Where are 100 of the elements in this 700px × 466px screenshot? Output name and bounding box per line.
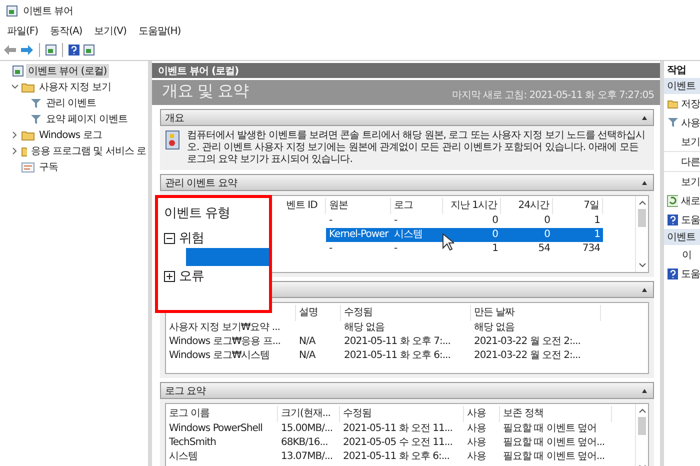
help-icon [667,214,678,226]
scroll-thumb[interactable] [638,209,646,227]
column-header[interactable]: 원본 [326,198,391,214]
column-header[interactable]: 설명 [296,305,341,321]
table-cell-text: 2021-05-05 수 오전 11... [342,436,454,450]
menu-item[interactable]: 파일(F) [2,23,44,39]
scrollbar[interactable] [635,404,648,466]
table-row[interactable]: Windows 로그₩시스템 N/A 2021-05-11 화 오후 6:... 2021-03-22 월 오전 2:... [166,349,648,363]
table-cell-text: 사용 [466,436,487,450]
scrollbar[interactable] [635,196,648,272]
actions-title: 작업 [666,64,687,78]
scroll-thumb[interactable] [638,417,646,435]
column-header[interactable]: 만든 날짜 [471,305,601,321]
menu-item[interactable]: 동작(A) [45,23,88,39]
table-row[interactable]: TechSmith 68KB/16... 2021-05-05 수 오전 11... 사용 필요할 때 이벤트 덮어... [166,436,635,450]
table-cell: 0 [443,228,501,242]
action-link[interactable]: 저장 [681,96,700,110]
table-cell-text: 1 [491,242,499,256]
table-cell-text: 0 [491,214,499,228]
table-cell-text: 734 [581,242,601,256]
table-row[interactable]: 시스템 13.07MB/... 2021-05-11 화 오후 6:... 사용 필요할 때 이벤트 덮어... [166,450,635,464]
scroll-up-icon[interactable] [638,200,646,205]
collapse-box-icon[interactable] [164,232,175,244]
table-cell-text: 사용자 지정 보기₩요약 ... [168,321,281,335]
column-header[interactable]: 7일 [553,198,603,214]
action-link[interactable]: 보기 [681,174,700,188]
action-group-header[interactable]: 이벤트 [664,78,700,94]
table-row[interactable]: 사용자 지정 보기₩요약 ... 해당 없음 해당 없음 [166,321,648,335]
folder-icon [21,129,35,141]
table-cell: 0 [501,228,553,242]
expand-box-icon[interactable] [164,270,175,282]
table-cell-text: 1 [593,214,601,228]
help-icon [667,268,678,280]
scroll-down-icon[interactable] [638,263,646,268]
action-link[interactable]: 이 [682,248,692,262]
menu-item[interactable]: 보기(V) [89,23,132,39]
table-row[interactable]: Windows 로그₩응용 프... N/A 2021-05-11 화 오후 7:... 2021-03-22 월 오전 2:... [166,335,648,349]
action-link[interactable]: 새로 [681,194,700,208]
column-header[interactable]: 사용 [464,406,500,422]
tree-item[interactable]: 이벤트 뷰어 (로컬) [26,64,109,78]
event-viewer-icon [12,65,24,77]
collapse-arrow-icon[interactable] [642,180,647,184]
collapse-arrow-icon[interactable] [642,388,647,392]
column-header[interactable]: 24시간 [501,198,553,214]
scroll-up-icon[interactable] [638,408,646,413]
table-cell-text: - [393,214,398,228]
tree-item[interactable]: 사용자 지정 보기 [37,80,113,94]
column-header[interactable]: 지난 1시간 [443,198,501,214]
folder-icon [667,98,678,109]
table-cell-text: Windows 로그₩응용 프... [168,335,282,349]
table-row[interactable]: Windows PowerShell 15.00MB/... 2021-05-11 화 오전 11... 사용 필요할 때 이벤트 덮어 [166,422,635,436]
console-window-icon[interactable] [45,44,57,56]
funnel-icon [30,98,42,108]
chevron-right-icon[interactable] [11,131,19,139]
tree-item[interactable]: 오류 [179,267,204,285]
table-cell: 시스템 [391,228,443,242]
refresh-icon [667,194,678,206]
table-cell-text: 해당 없음 [473,321,516,335]
section-header[interactable]: 관리 이벤트 요약 [160,174,654,191]
forward-arrow-icon[interactable] [20,44,34,56]
table-cell-text: 필요할 때 이벤트 덮어... [502,450,606,464]
action-link[interactable]: 사용 [681,116,700,130]
action-link[interactable]: 보기 [681,134,700,148]
action-link[interactable]: 도움 [681,212,700,226]
table-cell-text: 2021-05-11 화 오후 7:... [343,335,452,349]
tree-item[interactable]: 요약 페이지 이벤트 [44,112,130,126]
chevron-down-icon[interactable] [11,83,19,91]
tree-item[interactable]: 구독 [37,160,60,174]
column-header[interactable]: 로그 [391,198,443,214]
table-cell-text: N/A [298,349,316,363]
folder-icon [21,81,35,93]
tree-item[interactable]: 응용 프로그램 및 서비스 로 [28,144,148,158]
section-title: 개요 [165,112,184,124]
table-cell-text: - [328,214,334,228]
section-header[interactable]: 개요 [160,109,654,126]
column-header[interactable]: 보존 정책 [500,406,612,422]
column-header[interactable]: 수정됨 [341,305,471,321]
menu-item[interactable]: 도움말(H) [133,23,186,39]
table-cell-text: 68KB/16... [280,436,329,450]
column-header[interactable]: 크기(현재... [278,406,340,422]
action-link[interactable]: 도움 [681,266,700,280]
tree-item[interactable]: Windows 로그 [37,128,104,142]
console-window-icon[interactable] [83,44,95,56]
help-icon[interactable] [68,44,80,56]
column-header[interactable]: 로그 이름 [166,406,278,422]
table-cell-text: 15.00MB/... [280,422,334,436]
action-group-header[interactable]: 이벤트 [664,229,700,245]
collapse-arrow-icon[interactable] [642,288,647,292]
event-log-icon [165,130,181,150]
section-header[interactable]: 로그 요약 [160,382,654,399]
column-header[interactable]: 수정됨 [340,406,464,422]
collapse-arrow-icon[interactable] [642,116,647,120]
chevron-right-icon[interactable] [11,147,19,155]
funnel-icon [30,114,42,124]
action-link[interactable]: 다른 [681,154,700,168]
table-cell-text: 사용 [466,422,487,436]
tree-item[interactable]: 관리 이벤트 [44,96,98,110]
table-cell-text: Windows 로그₩시스템 [168,349,271,363]
table-cell-text: 2021-05-11 화 오전 11... [342,422,454,436]
tree-item[interactable]: 위험 [179,229,204,247]
